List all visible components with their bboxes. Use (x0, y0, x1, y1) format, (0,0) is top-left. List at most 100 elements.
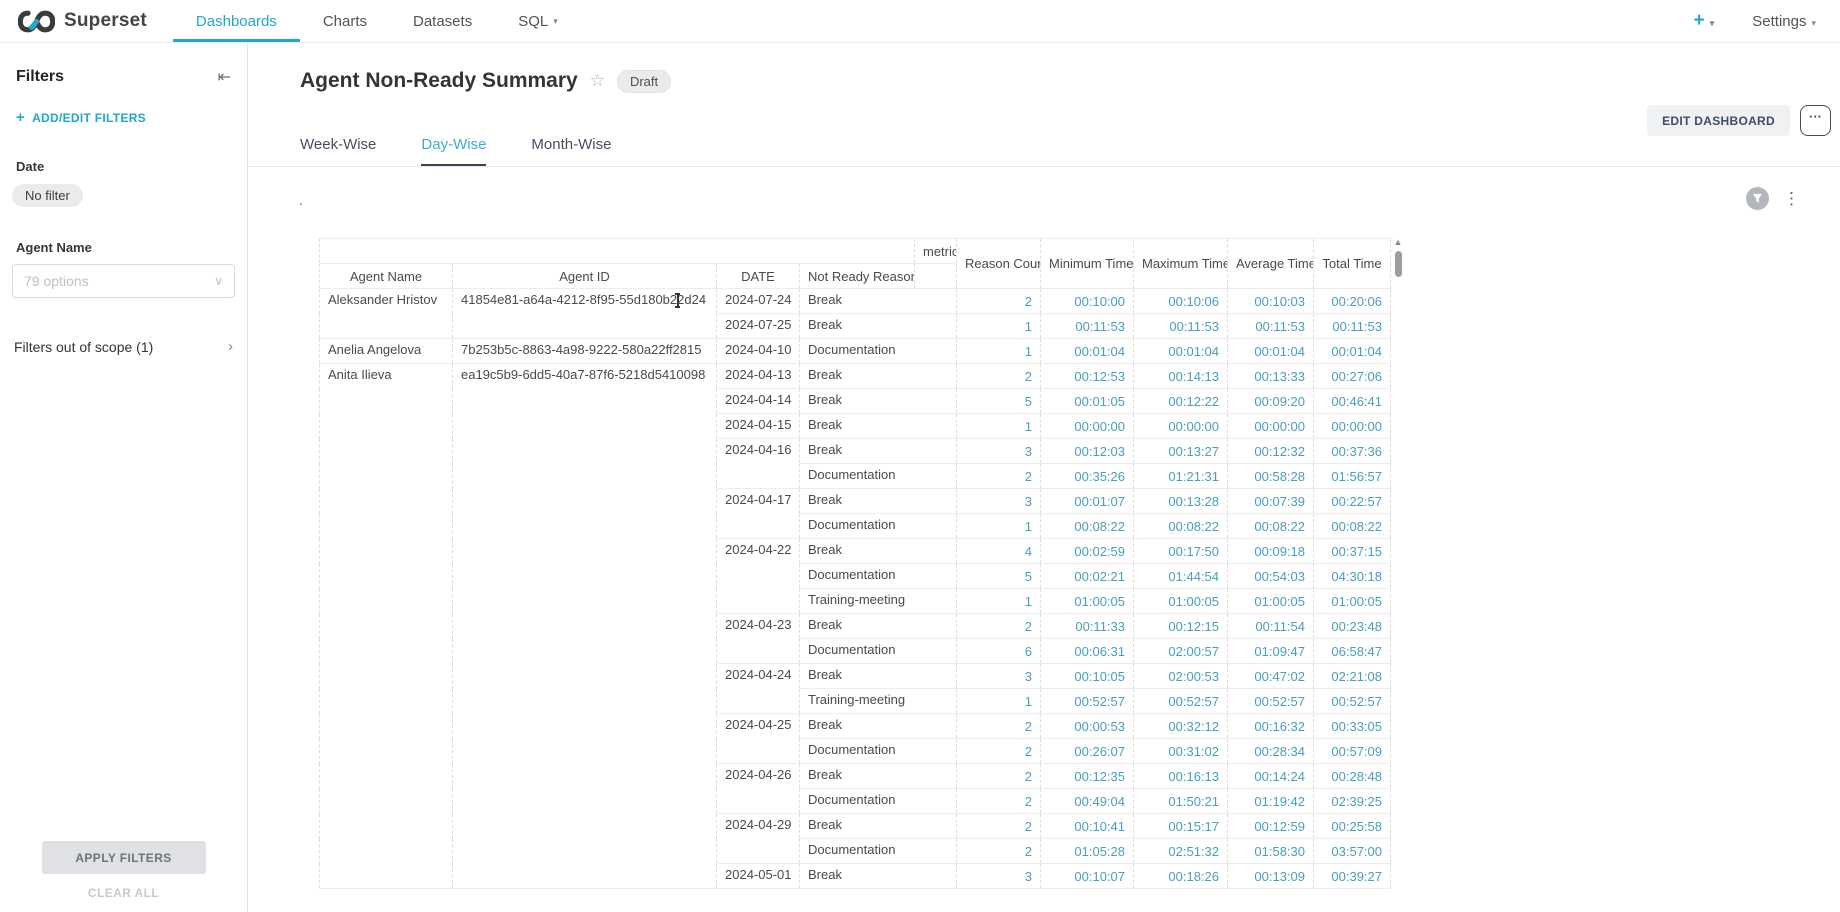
applied-filters-indicator[interactable] (1746, 187, 1769, 210)
cell-date: 2024-04-29 (717, 814, 800, 864)
filters-out-of-scope-toggle[interactable]: Filters out of scope (1) › (14, 338, 233, 355)
settings-menu[interactable]: Settings▾ (1752, 13, 1816, 30)
cell-value: 00:13:28 (1134, 489, 1228, 514)
tab-week-wise[interactable]: Week-Wise (300, 136, 376, 166)
cell-date: 2024-07-24 (717, 289, 800, 314)
cell-value: 00:11:53 (1228, 314, 1314, 339)
cell-value: 01:00:05 (1314, 589, 1391, 614)
table-scrollbar: ▲ (1391, 237, 1405, 822)
cell-agent-name: Anita Ilieva (320, 364, 453, 889)
cell-reason: Break (800, 614, 957, 639)
cell-value: 00:10:00 (1041, 289, 1134, 314)
dashboard-main: Agent Non-Ready Summary ☆ Draft EDIT DAS… (248, 43, 1840, 912)
cell-value: 00:13:27 (1134, 439, 1228, 464)
cell-date: 2024-04-10 (717, 339, 800, 364)
cell-value: 01:00:05 (1228, 589, 1314, 614)
header-empty (915, 264, 957, 289)
date-filter-value[interactable]: No filter (12, 184, 83, 207)
cell-value: 00:23:48 (1314, 614, 1391, 639)
cell-agent-name: Aleksander Hristov (320, 289, 453, 339)
scrollbar-thumb[interactable] (1395, 251, 1402, 277)
cell-value: 00:26:07 (1041, 739, 1134, 764)
cell-value: 00:49:04 (1041, 789, 1134, 814)
cell-value: 2 (957, 814, 1041, 839)
cell-value: 1 (957, 314, 1041, 339)
cell-value: 00:11:53 (1041, 314, 1134, 339)
cell-value: 00:31:02 (1134, 739, 1228, 764)
cell-value: 00:10:03 (1228, 289, 1314, 314)
cell-reason: Break (800, 364, 957, 389)
cell-value: 00:12:32 (1228, 439, 1314, 464)
nav-item-datasets[interactable]: Datasets (390, 0, 495, 42)
tab-day-wise[interactable]: Day-Wise (421, 136, 486, 166)
nav-item-dashboards[interactable]: Dashboards (173, 0, 300, 42)
apply-filters-button[interactable]: APPLY FILTERS (42, 841, 206, 874)
cell-value: 00:12:59 (1228, 814, 1314, 839)
cell-reason: Break (800, 764, 957, 789)
col-header: DATE (717, 264, 800, 289)
chart-menu-kebab-icon[interactable]: ⋮ (1783, 189, 1800, 209)
cell-value: 1 (957, 589, 1041, 614)
cell-value: 00:00:00 (1314, 414, 1391, 439)
new-item-button[interactable]: +▾ (1694, 10, 1715, 32)
pivot-chart-card: . ⋮ metricReason CountMinimum TimeMaximu… (248, 167, 1840, 847)
scroll-up-arrow[interactable]: ▲ (1391, 237, 1405, 247)
cell-value: 2 (957, 364, 1041, 389)
chevron-right-icon: › (228, 338, 233, 355)
cell-value: 00:18:26 (1134, 864, 1228, 889)
cell-date: 2024-04-23 (717, 614, 800, 664)
cell-value: 2 (957, 714, 1041, 739)
cell-value: 00:12:53 (1041, 364, 1134, 389)
cell-value: 2 (957, 614, 1041, 639)
cell-value: 01:19:42 (1228, 789, 1314, 814)
agent-name-filter-label: Agent Name (16, 240, 231, 255)
favorite-star-icon[interactable]: ☆ (590, 71, 605, 91)
cell-value: 6 (957, 639, 1041, 664)
col-header: Reason Count (957, 239, 1041, 289)
nav-item-charts[interactable]: Charts (300, 0, 390, 42)
col-header: Agent ID (453, 264, 717, 289)
cell-value: 00:52:57 (1134, 689, 1228, 714)
cell-agent-name: Anelia Angelova (320, 339, 453, 364)
cell-reason: Training-meeting (800, 689, 957, 714)
clear-all-button[interactable]: CLEAR ALL (0, 886, 247, 900)
cell-reason: Break (800, 489, 957, 514)
cell-date: 2024-04-26 (717, 764, 800, 814)
caret-down-icon: ▾ (1710, 18, 1715, 28)
table-row: Anita Ilievaea19c5b9-6dd5-40a7-87f6-5218… (320, 364, 1391, 389)
filter-funnel-icon (1752, 193, 1763, 204)
cell-value: 00:33:05 (1314, 714, 1391, 739)
add-edit-filters-button[interactable]: + ADD/EDIT FILTERS (16, 109, 231, 126)
cell-value: 00:52:57 (1041, 689, 1134, 714)
infinity-logo-icon (18, 10, 55, 33)
cell-date: 2024-04-24 (717, 664, 800, 714)
col-header: Not Ready Reason (800, 264, 915, 289)
cell-value: 02:00:53 (1134, 664, 1228, 689)
cell-reason: Break (800, 439, 957, 464)
cell-date: 2024-07-25 (717, 314, 800, 339)
cell-agent-id: 7b253b5c-8863-4a98-9222-580a22ff2815 (453, 339, 717, 364)
filters-title: Filters (16, 68, 64, 86)
cell-value: 3 (957, 864, 1041, 889)
cell-reason: Documentation (800, 464, 957, 489)
top-navbar: Superset Dashboards Charts Datasets SQL▾… (0, 0, 1840, 43)
agent-name-select[interactable]: 79 options ∨ (12, 264, 235, 298)
cell-value: 00:01:07 (1041, 489, 1134, 514)
cell-value: 00:10:06 (1134, 289, 1228, 314)
cell-value: 00:13:09 (1228, 864, 1314, 889)
more-options-button[interactable]: ··· (1800, 105, 1831, 136)
cell-value: 00:13:33 (1228, 364, 1314, 389)
collapse-sidebar-icon[interactable]: ⇤ (218, 67, 231, 87)
cell-date: 2024-04-14 (717, 389, 800, 414)
chevron-down-icon: ∨ (214, 274, 223, 288)
cell-value: 1 (957, 514, 1041, 539)
nav-item-sql[interactable]: SQL▾ (495, 0, 581, 42)
edit-dashboard-button[interactable]: EDIT DASHBOARD (1647, 105, 1790, 136)
col-header: Average Time (1228, 239, 1314, 289)
tab-month-wise[interactable]: Month-Wise (531, 136, 611, 166)
cell-value: 1 (957, 414, 1041, 439)
cell-value: 00:54:03 (1228, 564, 1314, 589)
superset-logo[interactable]: Superset (0, 0, 173, 42)
cell-value: 00:14:24 (1228, 764, 1314, 789)
cell-reason: Break (800, 289, 957, 314)
